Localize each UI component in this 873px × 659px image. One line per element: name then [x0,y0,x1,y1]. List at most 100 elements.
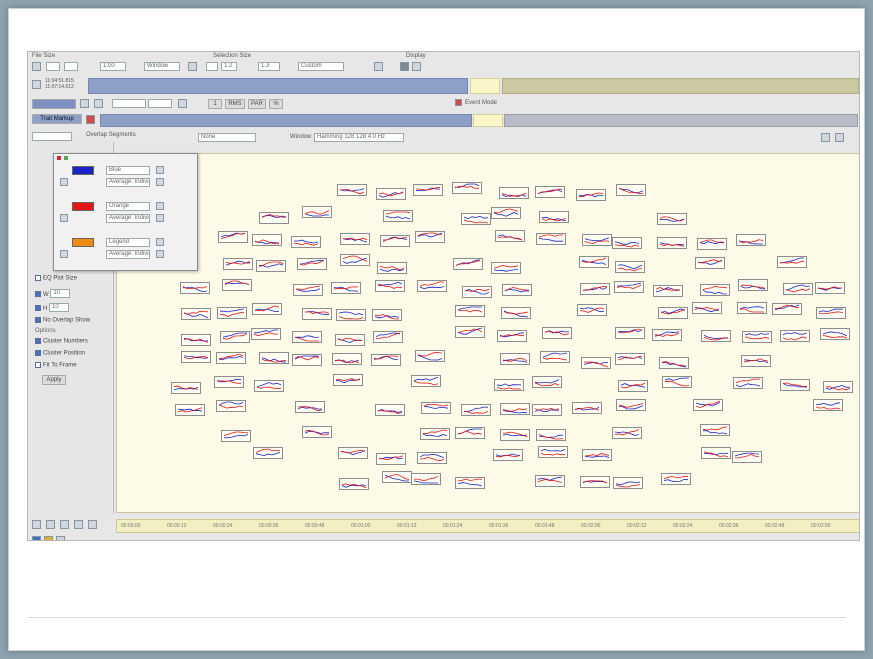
cluster-node[interactable] [179,281,210,294]
cluster-node[interactable] [738,279,769,292]
checkbox[interactable] [35,350,41,356]
dropdown-icon[interactable] [156,166,164,174]
cluster-node[interactable] [411,472,442,485]
scroll-icon[interactable] [46,520,55,529]
cluster-node[interactable] [657,212,688,225]
cluster-node[interactable] [658,307,689,320]
width-field[interactable]: W 10 [35,287,71,298]
cluster-node[interactable] [461,285,492,298]
cluster-node[interactable] [582,448,613,461]
cluster-node[interactable] [336,183,367,196]
overlap-dropdown[interactable]: Overlap Segments [86,132,136,138]
cluster-node[interactable] [534,475,565,488]
cluster-node[interactable] [491,207,522,220]
cluster-node[interactable] [302,206,333,219]
cluster-node[interactable] [662,376,693,389]
window-select[interactable]: Hamming 128 128 4.0 Hz [314,133,404,142]
cluster-node[interactable] [534,185,565,198]
track-rest[interactable] [504,114,858,127]
cluster-node[interactable] [695,257,726,270]
cluster-node[interactable] [659,356,690,369]
fit-to-frame-option[interactable]: Fit To Frame [35,362,77,369]
cluster-node[interactable] [493,378,524,391]
cluster-node[interactable] [222,258,253,271]
cluster-node[interactable] [576,188,607,201]
cluster-node[interactable] [215,399,246,412]
cluster-node[interactable] [740,354,771,367]
cluster-node[interactable] [460,213,491,226]
cluster-node[interactable] [493,449,524,462]
cluster-node[interactable] [531,404,562,417]
cluster-node[interactable] [181,333,212,346]
cluster-node[interactable] [614,261,645,274]
cluster-node[interactable] [220,330,250,343]
cluster-node[interactable] [218,230,249,243]
cluster-node[interactable] [417,452,448,465]
cluster-node[interactable] [375,188,406,201]
cluster-node[interactable] [372,309,403,322]
cluster-node[interactable] [735,233,766,246]
cluster-node[interactable] [499,403,530,416]
cluster-node[interactable] [700,329,731,342]
scroll-icon[interactable] [74,520,83,529]
cluster-node[interactable] [576,304,607,317]
zoom-icon[interactable] [94,99,103,108]
cluster-node[interactable] [580,475,611,488]
cluster-node[interactable] [502,284,533,297]
cluster-node[interactable] [700,446,731,459]
cluster-node[interactable] [455,427,486,440]
field-row3[interactable] [148,99,172,108]
legend-name[interactable]: Legend [106,238,150,247]
cluster-node[interactable] [499,187,530,200]
cluster-position-option[interactable]: Cluster Position [35,350,85,357]
cluster-node[interactable] [217,306,248,319]
cluster-node[interactable] [692,399,723,412]
cluster-node[interactable] [780,378,811,391]
cluster-node[interactable] [332,374,363,387]
dropdown-icon[interactable] [374,62,383,71]
trait-markup-button[interactable]: Trait Markup [32,114,82,124]
legend-swatch-blue[interactable] [72,166,94,175]
cluster-node[interactable] [660,473,691,486]
field-small[interactable] [206,62,218,71]
cluster-node[interactable] [617,379,648,392]
tool-icon[interactable] [56,536,65,540]
cluster-node[interactable] [772,302,803,315]
cluster-node[interactable] [535,428,566,441]
cluster-node[interactable] [612,427,643,440]
cluster-node[interactable] [496,330,527,343]
legend-swatch-orange[interactable] [72,238,94,247]
cluster-node[interactable] [615,399,646,412]
cluster-node[interactable] [221,278,252,291]
timeline-selection[interactable] [470,78,500,94]
cluster-node[interactable] [376,261,407,274]
cluster-node[interactable] [302,308,333,321]
cluster-node[interactable] [174,404,205,417]
nav-field[interactable] [46,62,60,71]
arrow-icon[interactable] [60,178,68,186]
cluster-node[interactable] [614,353,645,366]
rms-button[interactable]: RMS [225,99,245,109]
cluster-node[interactable] [500,429,531,442]
cluster-node[interactable] [579,282,610,295]
cluster-node[interactable] [331,353,362,366]
cluster-node[interactable] [736,302,767,315]
close-icon[interactable] [835,133,844,142]
cluster-node[interactable] [252,303,283,316]
cluster-node[interactable] [372,331,403,344]
folder-icon[interactable] [44,536,53,540]
cluster-node[interactable] [700,283,731,296]
cluster-node[interactable] [294,400,325,413]
cluster-node[interactable] [251,328,282,341]
cluster-canvas[interactable] [116,153,859,513]
cluster-node[interactable] [339,232,370,245]
cluster-node[interactable] [578,255,609,268]
cluster-node[interactable] [416,279,447,292]
cluster-node[interactable] [581,234,612,247]
legend-mode[interactable]: Average: Individual [106,250,150,259]
w-input[interactable]: 10 [50,289,71,298]
timeline-overview[interactable] [88,78,468,94]
cluster-node[interactable] [455,304,486,317]
cluster-node[interactable] [338,477,369,490]
cluster-node[interactable] [376,453,407,466]
